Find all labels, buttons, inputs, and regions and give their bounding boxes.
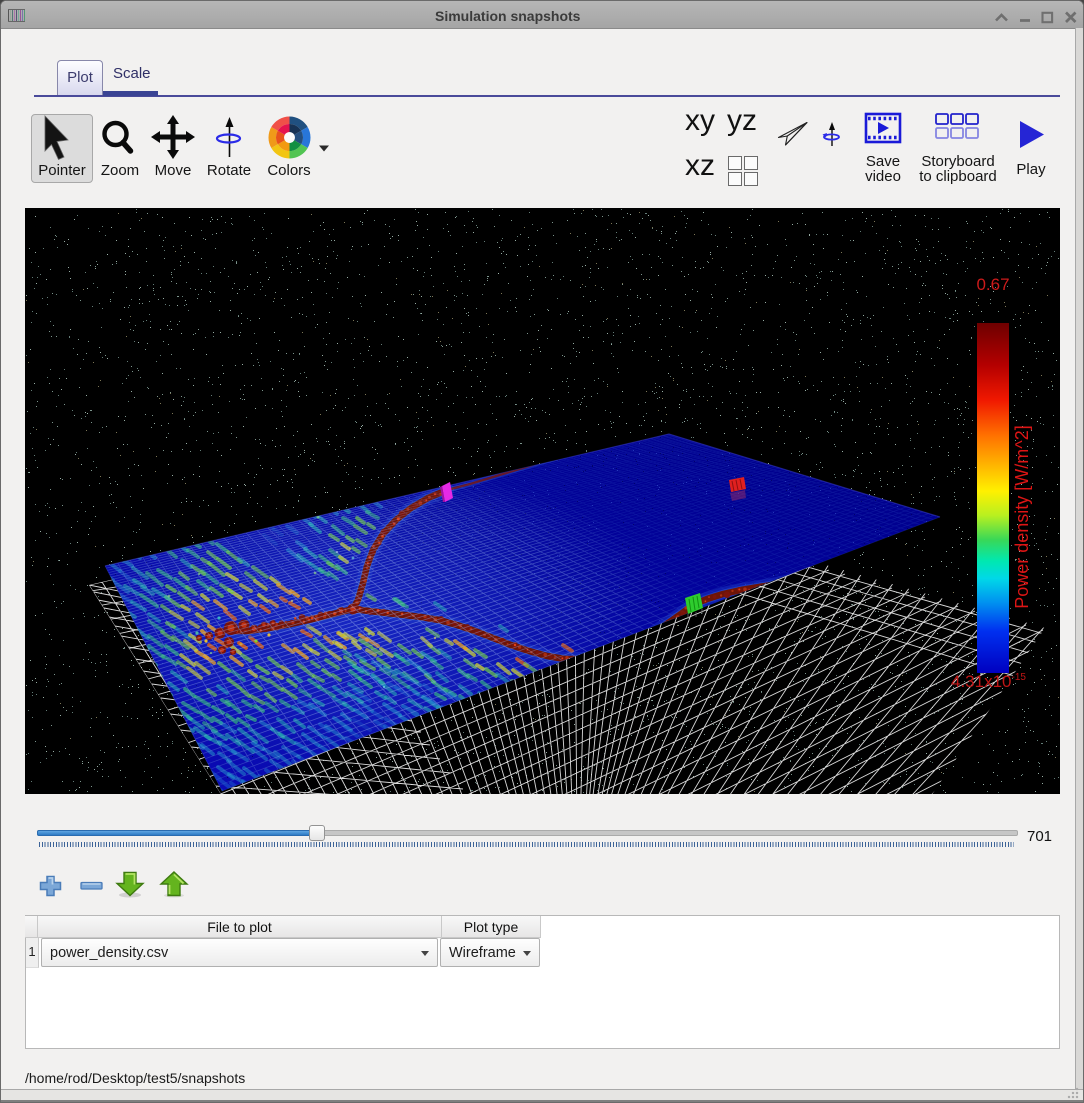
svg-text:0.67: 0.67 — [976, 275, 1009, 294]
svg-text:Power density [W/m^2]: Power density [W/m^2] — [1012, 425, 1032, 609]
